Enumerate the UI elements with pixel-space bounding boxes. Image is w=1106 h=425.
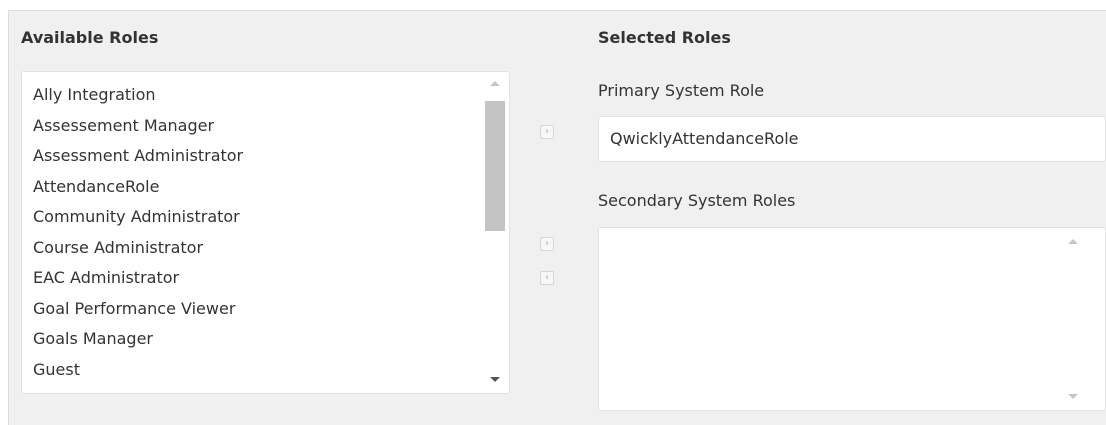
available-roles-listbox[interactable]: Ally Integration Assessement Manager Ass…	[21, 71, 510, 394]
list-item-goals-manager[interactable]: Goals Manager	[33, 328, 243, 359]
add-to-primary-button[interactable]: ›	[540, 125, 554, 139]
list-item-assessment-administrator[interactable]: Assessment Administrator	[33, 145, 243, 176]
primary-system-role-field[interactable]: QwicklyAttendanceRole	[598, 116, 1106, 162]
list-item-ally-integration[interactable]: Ally Integration	[33, 84, 243, 115]
scrollbar-thumb[interactable]	[485, 101, 505, 231]
remove-from-secondary-button[interactable]: ‹	[540, 271, 554, 285]
scroll-up-icon[interactable]	[490, 81, 500, 86]
list-item-assessement-manager[interactable]: Assessement Manager	[33, 115, 243, 146]
secondary-system-roles-listbox[interactable]	[598, 227, 1106, 411]
list-item-eac-administrator[interactable]: EAC Administrator	[33, 267, 243, 298]
chevron-right-icon: ›	[545, 238, 549, 249]
list-item-community-administrator[interactable]: Community Administrator	[33, 206, 243, 237]
available-roles-heading: Available Roles	[21, 28, 159, 47]
list-item-course-administrator[interactable]: Course Administrator	[33, 237, 243, 268]
chevron-left-icon: ‹	[545, 272, 549, 283]
chevron-right-icon: ›	[545, 126, 549, 137]
scroll-down-icon[interactable]	[490, 377, 500, 382]
list-item-guest[interactable]: Guest	[33, 359, 243, 390]
list-item-attendancerole[interactable]: AttendanceRole	[33, 176, 243, 207]
scroll-down-icon[interactable]	[1068, 394, 1078, 399]
add-to-secondary-button[interactable]: ›	[540, 237, 554, 251]
primary-system-role-label: Primary System Role	[598, 81, 765, 100]
role-selector-panel: Available Roles Ally Integration Assesse…	[8, 10, 1106, 425]
list-item-goal-performance-viewer[interactable]: Goal Performance Viewer	[33, 298, 243, 329]
secondary-system-roles-label: Secondary System Roles	[598, 191, 796, 210]
selected-roles-heading: Selected Roles	[598, 28, 731, 47]
available-roles-scrollbar[interactable]	[484, 72, 508, 393]
available-roles-list: Ally Integration Assessement Manager Ass…	[33, 84, 243, 389]
scroll-up-icon[interactable]	[1068, 239, 1078, 244]
